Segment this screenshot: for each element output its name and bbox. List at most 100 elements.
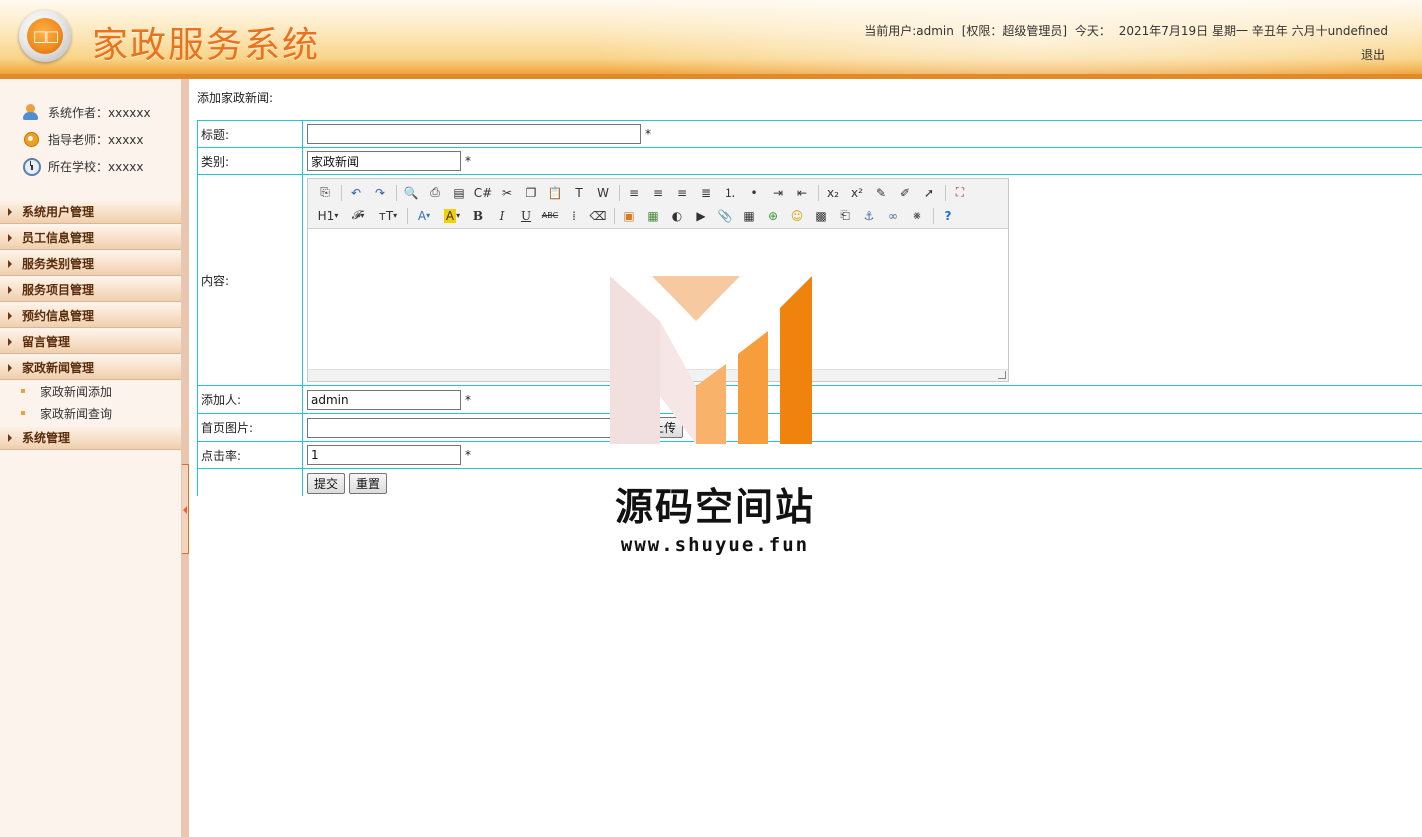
submenu-news-add[interactable]: 家政新闻添加: [20, 382, 112, 402]
table-icon[interactable]: ▦: [738, 206, 760, 226]
forecolor-button[interactable]: A ▾: [411, 206, 437, 226]
logout-link[interactable]: 退出: [1361, 46, 1385, 63]
form-row-actions: 提交 重置: [197, 468, 1422, 496]
underline-button[interactable]: U: [515, 206, 537, 226]
paste-text-icon[interactable]: T: [568, 183, 590, 203]
template-icon[interactable]: ▤: [448, 183, 470, 203]
menu-service-category[interactable]: 服务类别管理: [0, 253, 181, 276]
clock-icon: [22, 157, 41, 176]
copy-icon[interactable]: ❐: [520, 183, 542, 203]
multi-image-icon[interactable]: ▦: [642, 206, 664, 226]
menu-service-items[interactable]: 服务项目管理: [0, 279, 181, 302]
toolbar-separator: [945, 184, 946, 201]
ordered-list-icon[interactable]: ⒈: [719, 183, 741, 203]
cut-icon[interactable]: ✂: [496, 183, 518, 203]
image-icon[interactable]: ▣: [618, 206, 640, 226]
anchor-icon[interactable]: ⚓: [858, 206, 880, 226]
font-size-dropdown[interactable]: тT ▾: [374, 206, 402, 226]
title-label: 标题:: [197, 121, 303, 147]
toolbar-separator: [407, 207, 408, 224]
clicks-cell: *: [307, 442, 471, 468]
author-label: 添加人:: [197, 386, 303, 413]
paste-word-icon[interactable]: W: [592, 183, 614, 203]
editor-resize-handle[interactable]: [308, 369, 1008, 381]
clicks-required-mark: *: [465, 448, 471, 462]
upload-button[interactable]: 上传: [645, 417, 684, 438]
form-row-clicks: 点击率: *: [197, 441, 1422, 468]
strikethrough-button[interactable]: ABC: [539, 206, 561, 226]
author-input[interactable]: [307, 389, 461, 410]
unordered-list-icon[interactable]: •: [743, 183, 765, 203]
emoticon-icon[interactable]: ☺: [786, 206, 808, 226]
bold-button[interactable]: B: [467, 206, 489, 226]
code-icon[interactable]: C#: [472, 183, 494, 203]
teacher-text: 指导老师：xxxxx: [48, 132, 144, 147]
menu-system-users[interactable]: 系统用户管理: [0, 201, 181, 224]
highlight-button[interactable]: A ▾: [439, 206, 465, 226]
select-icon[interactable]: ➚: [918, 183, 940, 203]
redo-icon[interactable]: ↷: [369, 183, 391, 203]
help-icon[interactable]: ?: [937, 206, 959, 226]
header-divider: [0, 74, 1422, 79]
link-icon[interactable]: ∞: [882, 206, 904, 226]
author-text: 系统作者：xxxxxx: [48, 105, 151, 120]
align-left-icon[interactable]: ≡: [623, 183, 645, 203]
source-icon[interactable]: ⎘: [314, 183, 336, 203]
paste-icon[interactable]: 📋: [544, 183, 566, 203]
image-path-input[interactable]: [307, 417, 641, 438]
menu-appointments[interactable]: 预约信息管理: [0, 305, 181, 328]
superscript-icon[interactable]: x²: [846, 183, 868, 203]
sidebar-splitter[interactable]: [181, 79, 189, 837]
align-center-icon[interactable]: ≡: [647, 183, 669, 203]
menu-news[interactable]: 家政新闻管理: [0, 357, 181, 380]
toolbar-separator: [396, 184, 397, 201]
school-info: 所在学校：xxxxx: [22, 156, 144, 176]
select-all-icon[interactable]: ✐: [894, 183, 916, 203]
image-label: 首页图片:: [197, 414, 303, 441]
preview-icon[interactable]: 🔍: [400, 183, 422, 203]
heading-dropdown[interactable]: H1 ▾: [314, 206, 342, 226]
print-icon[interactable]: ⎙: [424, 183, 446, 203]
menu-system-admin[interactable]: 系统管理: [0, 427, 181, 450]
watermark-url: www.shuyue.fun: [620, 534, 810, 556]
italic-button[interactable]: I: [491, 206, 513, 226]
eraser-icon[interactable]: ⌫: [587, 206, 609, 226]
hr-icon[interactable]: ⁞: [563, 206, 585, 226]
user-info: 当前用户:admin [权限：超级管理员] 今天： 2021年7月19日 星期一…: [860, 22, 1388, 39]
align-right-icon[interactable]: ≡: [671, 183, 693, 203]
content-label: 内容:: [197, 175, 303, 385]
submit-button[interactable]: 提交: [307, 473, 346, 494]
category-input[interactable]: [307, 151, 461, 171]
fullscreen-icon[interactable]: ⛶: [949, 183, 971, 203]
flash-icon[interactable]: ◐: [666, 206, 688, 226]
pagebreak-icon[interactable]: ⎗: [834, 206, 856, 226]
submenu-news-query[interactable]: 家政新闻查询: [20, 404, 112, 424]
editor-content-area[interactable]: [308, 229, 1008, 369]
clicks-input[interactable]: [307, 445, 461, 465]
collapse-sidebar-handle[interactable]: [182, 464, 189, 554]
image-manager-icon[interactable]: ▩: [810, 206, 832, 226]
category-required-mark: *: [465, 154, 471, 168]
reset-button[interactable]: 重置: [349, 473, 388, 494]
subscript-icon[interactable]: x₂: [822, 183, 844, 203]
insert-icon[interactable]: ⊕: [762, 206, 784, 226]
title-input[interactable]: [307, 124, 641, 144]
form-row-image: 首页图片: 上传: [197, 413, 1422, 441]
font-family-label: 𝓕: [351, 208, 361, 222]
undo-icon[interactable]: ↶: [345, 183, 367, 203]
menu-employee-info[interactable]: 员工信息管理: [0, 227, 181, 250]
rich-text-editor: ⎘ ↶ ↷ 🔍 ⎙ ▤ C# ✂ ❐ 📋 T W ≡ ≡ ≡ ≣ ⒈ • ⇥ ⇤ x₂ x² ✎ ✐ ➚ ⛶ H1 ▾ 𝓕 ▾ тT ▾…: [307, 178, 1009, 382]
alarm-clock-icon: [22, 130, 40, 148]
indent-icon[interactable]: ⇥: [767, 183, 789, 203]
media-icon[interactable]: ▶: [690, 206, 712, 226]
font-family-dropdown[interactable]: 𝓕 ▾: [344, 206, 372, 226]
menu-messages[interactable]: 留言管理: [0, 331, 181, 354]
clear-format-icon[interactable]: ✎: [870, 183, 892, 203]
category-label: 类别:: [197, 148, 303, 174]
highlight-label: A: [443, 208, 457, 223]
attachment-icon[interactable]: 📎: [714, 206, 736, 226]
unlink-icon[interactable]: ⨳: [906, 206, 928, 226]
toolbar-separator: [818, 184, 819, 201]
outdent-icon[interactable]: ⇤: [791, 183, 813, 203]
justify-icon[interactable]: ≣: [695, 183, 717, 203]
